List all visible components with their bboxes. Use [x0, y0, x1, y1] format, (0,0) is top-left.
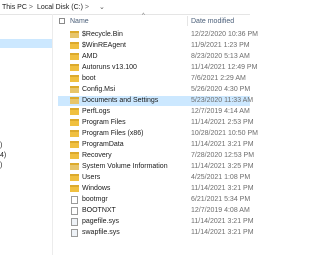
file-name: pagefile.sys [82, 218, 119, 225]
file-row[interactable]: pagefile.sys 11/14/2021 3:21 PM [58, 217, 254, 227]
file-name: swapfile.sys [82, 229, 120, 236]
file-name: System Volume Information [82, 163, 168, 170]
folder-icon [70, 119, 79, 126]
file-date-modified: 11/14/2021 3:21 PM [191, 141, 254, 148]
folder-icon [70, 152, 79, 159]
file-date-modified: 11/14/2021 3:21 PM [191, 218, 254, 225]
file-name: boot [82, 75, 96, 82]
file-name: Windows [82, 185, 111, 192]
file-name: Program Files [82, 119, 126, 126]
breadcrumb-local-disk[interactable]: Local Disk (C:) [35, 4, 83, 11]
file-date-modified: 11/9/2021 1:23 PM [191, 42, 250, 49]
file-date-modified: 7/28/2020 12:53 PM [191, 152, 255, 159]
file-name: ProgramData [82, 141, 124, 148]
file-date-modified: 11/14/2021 2:53 PM [191, 119, 254, 126]
folder-icon [70, 86, 79, 93]
file-date-modified: 11/14/2021 3:21 PM [191, 229, 254, 236]
file-name: Program Files (x86) [82, 130, 144, 137]
breadcrumb-this-pc[interactable]: This PC [0, 4, 27, 11]
file-row[interactable]: Config.Msi 5/26/2020 4:30 PM [58, 85, 250, 95]
file-list[interactable]: ^ Name Date modified $Recycle.Bin 12/22/2… [58, 13, 258, 255]
file-date-modified: 4/25/2021 1:08 PM [191, 174, 251, 181]
folder-icon [70, 141, 79, 148]
folder-icon [70, 53, 79, 60]
file-date-modified: 11/14/2021 3:25 PM [191, 163, 254, 170]
folder-icon [70, 174, 79, 181]
file-row[interactable]: Documents and Settings 5/23/2020 11:33 AM [58, 96, 254, 106]
file-name: bootmgr [82, 196, 108, 203]
folder-icon [70, 75, 79, 82]
file-row[interactable]: Windows 11/14/2021 3:21 PM [58, 184, 254, 194]
file-date-modified: 11/14/2021 3:21 PM [191, 185, 254, 192]
file-row[interactable]: ProgramData 11/14/2021 3:21 PM [58, 140, 254, 150]
file-icon [71, 196, 78, 204]
navigation-pane[interactable]: ) 4) ) [0, 14, 53, 255]
column-header-row: ^ Name Date modified [58, 13, 250, 28]
file-date-modified: 11/14/2021 12:49 PM [191, 64, 258, 71]
folder-icon [70, 42, 79, 49]
file-row[interactable]: Recovery 7/28/2020 12:53 PM [58, 151, 254, 161]
column-divider[interactable] [187, 16, 188, 26]
file-row[interactable]: bootmgr 6/21/2021 5:34 PM [58, 195, 250, 205]
file-name: $Recycle.Bin [82, 31, 123, 38]
file-row[interactable]: swapfile.sys 11/14/2021 3:21 PM [58, 228, 254, 238]
file-row[interactable]: AMD 8/23/2020 5:13 AM [58, 52, 250, 62]
file-row[interactable]: Program Files (x86) 10/28/2021 10:50 PM [58, 129, 258, 139]
file-date-modified: 12/22/2020 10:36 PM [191, 31, 258, 38]
folder-icon [70, 130, 79, 137]
nav-item-fragment[interactable]: ) [0, 142, 2, 149]
file-date-modified: 7/6/2021 2:29 AM [191, 75, 246, 82]
file-row[interactable]: Users 4/25/2021 1:08 PM [58, 173, 250, 183]
file-row[interactable]: Program Files 11/14/2021 2:53 PM [58, 118, 254, 128]
folder-icon [70, 108, 79, 115]
file-name: $WinREAgent [82, 42, 126, 49]
system-file-icon [71, 229, 78, 237]
file-row[interactable]: BOOTNXT 12/7/2019 4:08 AM [58, 206, 250, 216]
folder-icon [70, 97, 79, 104]
file-name: Recovery [82, 152, 112, 159]
nav-selected-item[interactable] [0, 39, 52, 48]
file-date-modified: 10/28/2021 10:50 PM [191, 130, 258, 137]
file-date-modified: 8/23/2020 5:13 AM [191, 53, 250, 60]
sort-chevron-icon: ^ [142, 13, 145, 19]
breadcrumb-separator: > [28, 3, 33, 11]
column-header-name[interactable]: Name [70, 18, 89, 25]
file-name: Documents and Settings [82, 97, 159, 104]
file-date-modified: 12/7/2019 4:14 AM [191, 108, 250, 115]
file-date-modified: 12/7/2019 4:08 AM [191, 207, 250, 214]
file-name: PerfLogs [82, 108, 111, 115]
address-bar[interactable]: This PC > Local Disk (C:) > ⌄ [0, 0, 250, 15]
file-row[interactable]: System Volume Information 11/14/2021 3:25… [58, 162, 254, 172]
folder-icon [70, 31, 79, 38]
folder-icon [70, 185, 79, 192]
system-file-icon [71, 218, 78, 226]
folder-icon [70, 163, 79, 170]
chevron-down-icon[interactable]: ⌄ [99, 3, 105, 11]
file-row[interactable]: Autoruns v13.100 11/14/2021 12:49 PM [58, 63, 257, 73]
file-row[interactable]: boot 7/6/2021 2:29 AM [58, 74, 250, 84]
breadcrumb-separator: > [84, 3, 89, 11]
file-date-modified: 5/23/2020 11:33 AM [191, 97, 254, 104]
file-icon [71, 207, 78, 215]
file-name: BOOTNXT [82, 207, 116, 214]
file-row[interactable]: $WinREAgent 11/9/2021 1:23 PM [58, 41, 250, 51]
file-row[interactable]: PerfLogs 12/7/2019 4:14 AM [58, 107, 250, 117]
file-row[interactable]: $Recycle.Bin 12/22/2020 10:36 PM [58, 30, 258, 40]
nav-item-fragment[interactable]: 4) [0, 152, 6, 159]
file-name: Users [82, 174, 101, 181]
nav-item-fragment[interactable]: ) [0, 162, 2, 169]
file-date-modified: 6/21/2021 5:34 PM [191, 196, 251, 203]
select-all-checkbox[interactable] [59, 18, 65, 24]
file-name: Autoruns v13.100 [82, 64, 137, 71]
file-name: Config.Msi [82, 86, 116, 93]
file-name: AMD [82, 53, 98, 60]
column-header-date-modified[interactable]: Date modified [191, 18, 234, 25]
folder-icon [70, 64, 79, 71]
file-date-modified: 5/26/2020 4:30 PM [191, 86, 251, 93]
